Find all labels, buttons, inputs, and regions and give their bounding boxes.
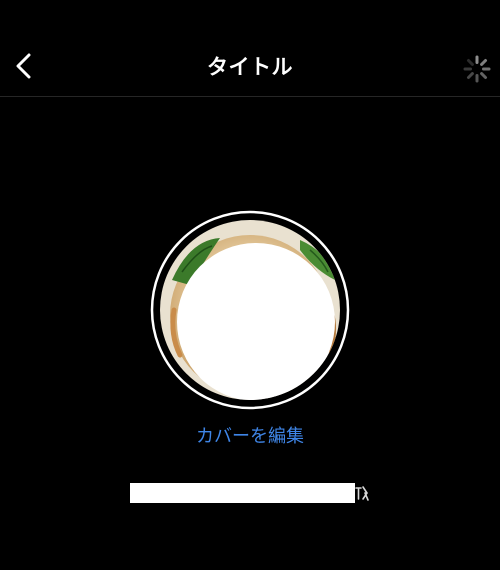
name-input-highlight <box>130 483 355 503</box>
name-input-field[interactable] <box>130 480 370 504</box>
cover-photo[interactable] <box>150 210 350 410</box>
food-cover-photo <box>150 210 350 410</box>
header-bar: タイトル <box>0 0 500 97</box>
edit-cover-link[interactable]: カバーを編集 <box>0 425 500 449</box>
page-title: タイトル <box>207 55 293 79</box>
activity-spinner-icon <box>462 54 492 84</box>
text-glyph-fragment-icon <box>355 486 369 501</box>
